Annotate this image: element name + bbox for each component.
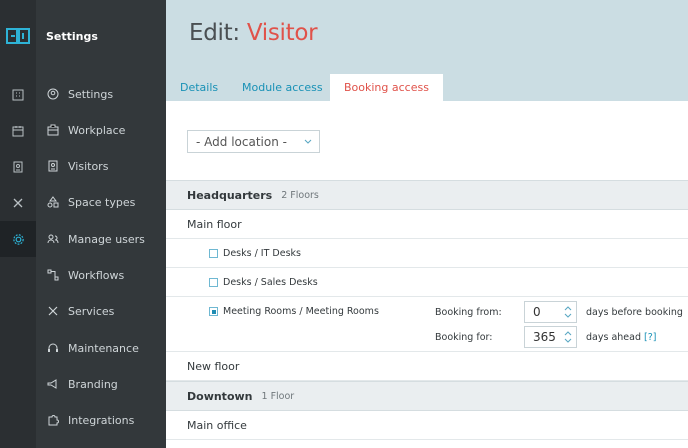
tab-details[interactable]: Details xyxy=(166,74,232,101)
sidebar-item-manage-users[interactable]: Manage users xyxy=(36,229,166,249)
help-link[interactable]: [?] xyxy=(644,332,656,343)
booking-access-content: - Add location - Headquarters 2 Floors M… xyxy=(166,101,688,448)
sidebar-item-workplace[interactable]: Workplace xyxy=(36,120,166,140)
sidebar-item-visitors[interactable]: Visitors xyxy=(36,156,166,176)
settings-sidebar: Settings Settings Workplace Visitors Spa… xyxy=(36,0,166,448)
booking-from-suffix: days before booking xyxy=(586,307,683,318)
location-name: Downtown xyxy=(187,389,253,403)
resource-name: Desks / IT Desks xyxy=(223,248,301,259)
booking-from-label: Booking from: xyxy=(435,307,502,318)
resource-label[interactable]: Desks / IT Desks xyxy=(209,248,301,259)
resource-checkbox-it-desks[interactable] xyxy=(209,249,218,258)
floor-row-main-office: Main office xyxy=(166,411,688,440)
app-rail xyxy=(0,0,36,448)
booking-for-stepper[interactable]: 365 xyxy=(524,326,577,348)
stepper-arrows-icon[interactable] xyxy=(563,304,573,320)
floor-row-new-floor: New floor xyxy=(166,352,688,381)
booking-for-label: Booking for: xyxy=(435,332,493,343)
booking-for-suffix-wrap: days ahead [?] xyxy=(586,332,656,343)
sidebar-item-space-types[interactable]: Space types xyxy=(36,192,166,212)
booking-for-suffix: days ahead xyxy=(586,332,641,343)
location-header-headquarters: Headquarters 2 Floors xyxy=(166,180,688,210)
headset-icon xyxy=(46,341,60,355)
add-location-value: - Add location - xyxy=(196,134,287,149)
gear-icon[interactable] xyxy=(0,221,36,257)
tab-bar: Details Module access Booking access xyxy=(166,74,688,101)
briefcase-icon xyxy=(46,123,60,137)
sidebar-item-label: Workplace xyxy=(68,123,126,137)
page-title: Edit: Visitor xyxy=(189,20,318,46)
megaphone-icon xyxy=(46,377,60,391)
sidebar-item-label: Workflows xyxy=(68,268,125,282)
tab-booking-access[interactable]: Booking access xyxy=(330,74,443,101)
location-name: Headquarters xyxy=(187,188,273,202)
booking-from-value: 0 xyxy=(533,305,541,319)
booking-from-stepper[interactable]: 0 xyxy=(524,301,577,323)
users-icon xyxy=(46,232,60,246)
resource-row: Desks / Sales Desks xyxy=(166,268,688,297)
tools-icon[interactable] xyxy=(8,193,28,213)
resource-row: Desks / IT Desks xyxy=(166,239,688,268)
booking-for-value: 365 xyxy=(533,330,556,344)
building-icon[interactable] xyxy=(8,85,28,105)
sidebar-item-label: Visitors xyxy=(68,159,109,173)
sidebar-item-services[interactable]: Services xyxy=(36,301,166,321)
title-entity-name: Visitor xyxy=(246,20,318,46)
location-floor-count: 1 Floor xyxy=(261,390,295,402)
title-prefix: Edit: xyxy=(189,20,240,46)
visitor-badge-icon xyxy=(46,159,60,173)
sidebar-item-label: Integrations xyxy=(68,413,135,427)
location-floor-count: 2 Floors xyxy=(281,189,319,201)
add-location-select[interactable]: - Add location - xyxy=(187,130,320,153)
workflow-icon xyxy=(46,268,60,282)
shapes-icon xyxy=(46,195,60,209)
user-circle-icon xyxy=(46,87,60,101)
resource-name: Meeting Rooms / Meeting Rooms xyxy=(223,306,379,317)
sidebar-title: Settings xyxy=(46,30,98,43)
resource-label[interactable]: Desks / Sales Desks xyxy=(209,277,318,288)
tab-module-access[interactable]: Module access xyxy=(228,74,337,101)
sidebar-item-branding[interactable]: Branding xyxy=(36,374,166,394)
floor-row-main-floor: Main floor xyxy=(166,210,688,239)
sidebar-item-label: Maintenance xyxy=(68,341,139,355)
sidebar-item-label: Manage users xyxy=(68,232,145,246)
puzzle-icon xyxy=(46,413,60,427)
tools-icon xyxy=(46,304,60,318)
resource-checkbox-sales-desks[interactable] xyxy=(209,278,218,287)
sidebar-item-label: Settings xyxy=(68,87,114,101)
app-logo-icon[interactable] xyxy=(6,28,30,44)
id-badge-icon[interactable] xyxy=(8,157,28,177)
resource-label[interactable]: Meeting Rooms / Meeting Rooms xyxy=(209,306,379,317)
sidebar-item-settings[interactable]: Settings xyxy=(36,84,166,104)
calendar-icon[interactable] xyxy=(8,121,28,141)
page-header: Edit: Visitor xyxy=(166,0,688,74)
resource-row: Meeting Rooms / Meeting Rooms Booking fr… xyxy=(166,297,688,352)
sidebar-item-maintenance[interactable]: Maintenance xyxy=(36,338,166,358)
sidebar-item-label: Services xyxy=(68,304,115,318)
resource-checkbox-meeting-rooms[interactable] xyxy=(209,307,218,316)
sidebar-item-integrations[interactable]: Integrations xyxy=(36,410,166,430)
resource-name: Desks / Sales Desks xyxy=(223,277,318,288)
main-panel: Edit: Visitor Details Module access Book… xyxy=(166,0,688,448)
location-header-downtown: Downtown 1 Floor xyxy=(166,381,688,411)
chevron-down-icon xyxy=(304,139,312,144)
sidebar-item-label: Branding xyxy=(68,377,118,391)
sidebar-item-label: Space types xyxy=(68,195,136,209)
sidebar-item-workflows[interactable]: Workflows xyxy=(36,265,166,285)
stepper-arrows-icon[interactable] xyxy=(563,329,573,345)
